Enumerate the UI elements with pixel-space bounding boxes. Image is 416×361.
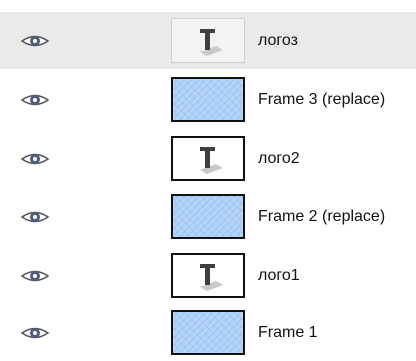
layer-thumbnail[interactable] <box>171 310 245 355</box>
eye-icon[interactable] <box>20 325 50 341</box>
layer-name[interactable]: Frame 2 (replace) <box>258 188 385 245</box>
layer-row[interactable]: лого1 <box>0 247 416 304</box>
layer-thumbnail[interactable] <box>171 253 245 298</box>
layer-name[interactable]: лого2 <box>258 130 300 187</box>
layer-thumbnail[interactable] <box>171 136 245 181</box>
layer-row[interactable]: Frame 2 (replace) <box>0 188 416 245</box>
layer-thumbnail[interactable] <box>171 77 245 122</box>
eye-icon[interactable] <box>20 151 50 167</box>
eye-icon[interactable] <box>20 33 50 49</box>
layer-thumbnail[interactable] <box>171 194 245 239</box>
layer-name[interactable]: Frame 1 <box>258 304 318 361</box>
layer-name[interactable]: лого1 <box>258 247 300 304</box>
layer-name[interactable]: логоз <box>258 12 298 69</box>
layer-row[interactable]: Frame 3 (replace) <box>0 71 416 128</box>
layer-row[interactable]: логоз <box>0 12 416 69</box>
eye-icon[interactable] <box>20 209 50 225</box>
text-layer-icon <box>200 146 223 174</box>
eye-icon[interactable] <box>20 268 50 284</box>
layers-panel: логоз Frame 3 (replace) лого2 Frame 2 (r… <box>0 0 416 361</box>
text-layer-icon <box>200 263 223 291</box>
layer-thumbnail[interactable] <box>171 18 245 63</box>
layer-name[interactable]: Frame 3 (replace) <box>258 71 385 128</box>
text-layer-icon <box>200 28 223 56</box>
layer-row[interactable]: лого2 <box>0 130 416 187</box>
layer-row[interactable]: Frame 1 <box>0 304 416 361</box>
eye-icon[interactable] <box>20 92 50 108</box>
